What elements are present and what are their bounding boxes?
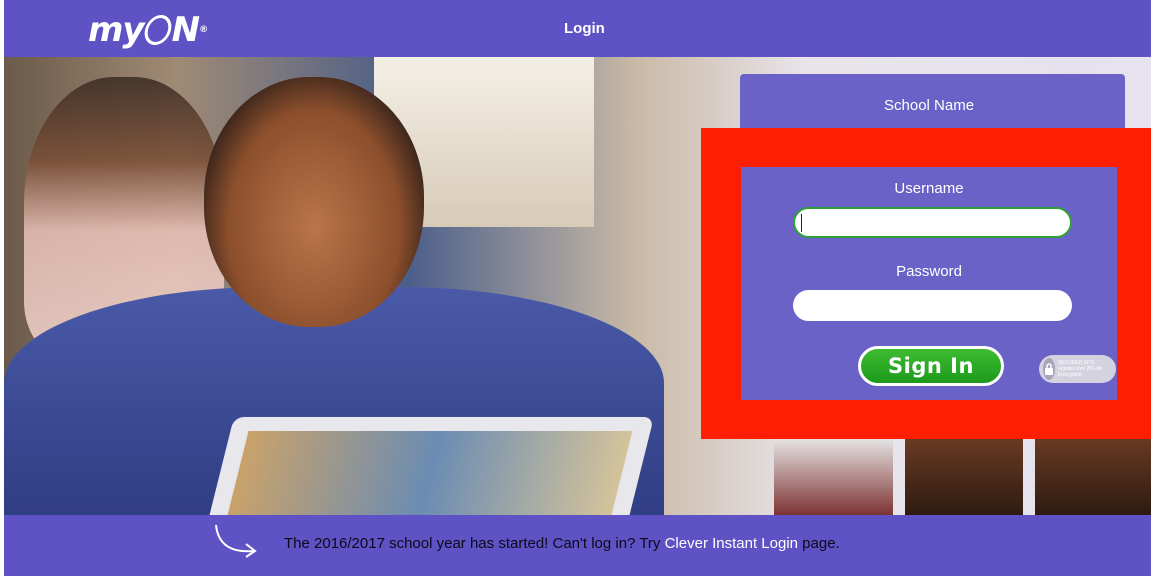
- login-form: Username Password Sign In SECURED SITE r…: [741, 167, 1117, 400]
- hero-book: [774, 437, 893, 515]
- username-input[interactable]: [793, 207, 1072, 238]
- header-bar: my N® Login: [4, 0, 1151, 57]
- lock-icon: [1043, 358, 1055, 380]
- hero-book: [904, 437, 1024, 515]
- logo-o-icon: [141, 15, 174, 45]
- password-label: Password: [896, 263, 962, 280]
- sign-in-button[interactable]: Sign In: [858, 346, 1004, 386]
- logo-registered: ®: [199, 25, 208, 35]
- username-label: Username: [894, 180, 964, 197]
- message-prefix: The 2016/2017 school year has started! C…: [284, 535, 665, 552]
- message-suffix: page.: [798, 535, 840, 552]
- hero-boy: [204, 77, 424, 327]
- text-caret: [801, 214, 802, 232]
- page-title: Login: [564, 20, 605, 37]
- password-input[interactable]: [793, 290, 1072, 321]
- hero-tablet: [204, 417, 654, 515]
- logo-text-right: N: [171, 10, 200, 50]
- logo-text-left: my: [88, 10, 145, 50]
- school-year-message: The 2016/2017 school year has started! C…: [284, 535, 840, 552]
- arrow-icon: [215, 524, 257, 558]
- hero-tablet-screen: [224, 431, 633, 515]
- myon-logo[interactable]: my N®: [88, 10, 208, 50]
- school-name-label: School Name: [884, 97, 975, 114]
- clever-instant-login-link[interactable]: Clever Instant Login: [665, 535, 798, 552]
- hero-book: [1035, 437, 1151, 515]
- secured-badge-text: SECURED SITE register.com 256-bit Encryp…: [1057, 360, 1102, 378]
- hero-books: [774, 437, 1151, 515]
- secured-site-badge[interactable]: SECURED SITE register.com 256-bit Encryp…: [1039, 355, 1116, 383]
- footer-bar: The 2016/2017 school year has started! C…: [4, 515, 1151, 576]
